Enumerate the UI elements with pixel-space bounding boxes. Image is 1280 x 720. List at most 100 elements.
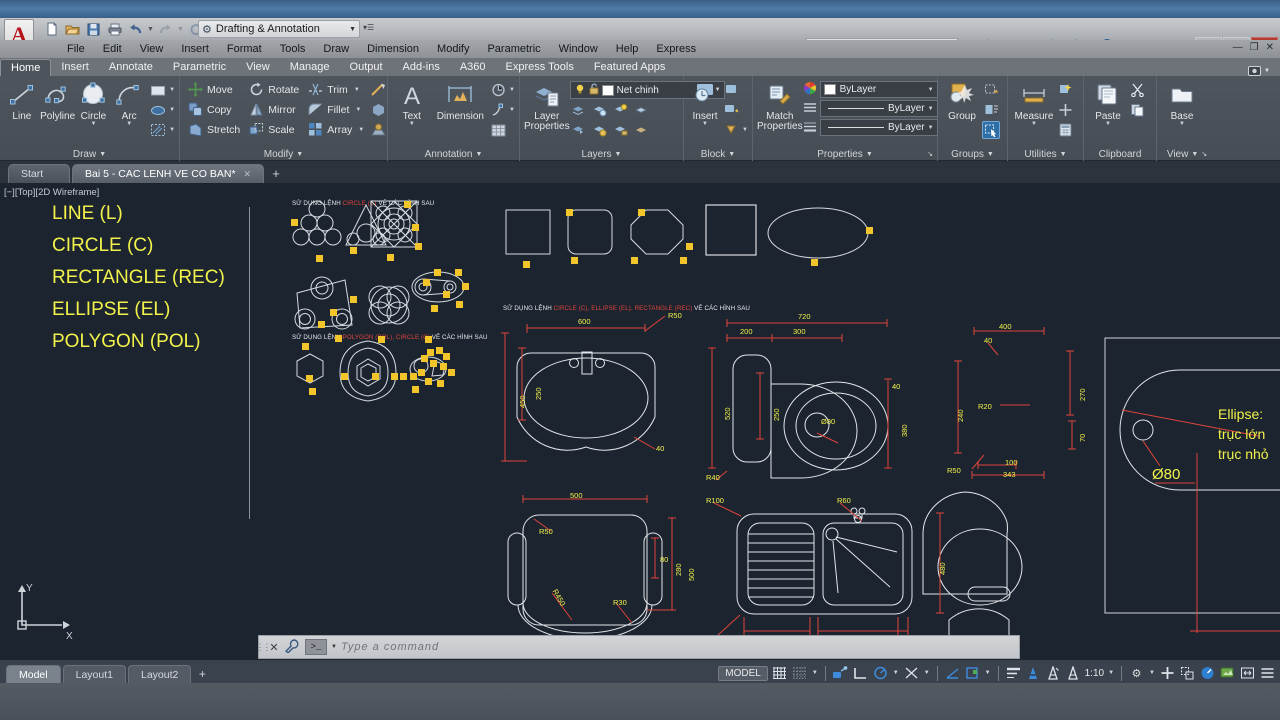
chevron-down-icon[interactable]: ▼ [296,151,303,158]
trim-dropdown-icon[interactable]: ▼ [354,87,360,93]
circle-tool[interactable]: Circle ▼ [76,79,112,127]
ellipse-tool[interactable] [149,101,167,119]
customization-menu-icon[interactable] [1259,665,1276,682]
paste-dropdown-icon[interactable]: ▼ [1105,121,1111,127]
panel-title-modify[interactable]: Modify ▼ [180,147,387,161]
chevron-down-icon[interactable]: ▼ [987,151,994,158]
annotation-scale-value[interactable]: 1:10 [1085,668,1104,679]
menu-item-tools[interactable]: Tools [271,40,315,58]
dimension-tool[interactable]: Dimension [432,79,489,122]
ribbon-tab-output[interactable]: Output [340,59,393,76]
copy-clip-icon[interactable] [1128,101,1146,119]
ribbon-tab-home[interactable]: Home [0,59,52,76]
chevron-down-icon[interactable]: ▼ [1060,151,1067,158]
chevron-down-icon[interactable]: ▼ [1191,151,1198,158]
panel-title-clipboard[interactable]: Clipboard [1084,147,1156,161]
workspace-dropdown-icon[interactable]: ▼ [1148,670,1156,676]
text-dropdown-icon[interactable]: ▼ [409,121,415,127]
panel-title-layers[interactable]: Layers ▼ [520,147,683,161]
group-tool[interactable]: Group [942,79,982,122]
ucs-icon-toggle[interactable] [964,665,981,682]
panel-title-utilities[interactable]: Utilities ▼ [1008,147,1083,161]
arc-dropdown-icon[interactable]: ▼ [126,121,132,127]
ribbon-tab-manage[interactable]: Manage [280,59,340,76]
base-dropdown-icon[interactable]: ▼ [1179,121,1185,127]
layer-previous-icon[interactable] [633,121,651,139]
mirror-tool[interactable]: Mirror [245,100,302,119]
wrench-icon[interactable] [282,638,302,656]
layer-unlock-icon[interactable] [612,121,630,139]
layer-lock-icon[interactable] [633,101,651,119]
ucs-dropdown-icon[interactable]: ▼ [984,670,992,676]
ungroup-icon[interactable] [982,81,1000,99]
arc-tool[interactable]: Arc ▼ [111,79,147,127]
doc-minimize-button[interactable]: — [1233,42,1243,53]
stretch-tool[interactable]: Stretch [184,120,243,139]
base-view-tool[interactable]: Base ▼ [1161,79,1203,127]
rotate-tool[interactable]: Rotate [245,80,302,99]
block-dropdown-icon[interactable]: ▼ [742,127,748,133]
dimstyle-dropdown-icon[interactable]: ▼ [509,87,515,93]
infer-constraints-icon[interactable] [832,665,849,682]
menu-item-file[interactable]: File [58,40,94,58]
layer-isolate-icon[interactable] [570,101,588,119]
ribbon-tab-view[interactable]: View [236,59,280,76]
menu-item-express[interactable]: Express [647,40,705,58]
explode-tool[interactable] [369,81,387,99]
fillet-dropdown-icon[interactable]: ▼ [355,107,361,113]
ribbon-tab-add-ins[interactable]: Add-ins [393,59,450,76]
ribbon-tab-featured-apps[interactable]: Featured Apps [584,59,676,76]
polar-tracking-icon[interactable] [872,665,889,682]
isolate-objects-icon[interactable] [1179,665,1196,682]
polyline-tool[interactable]: Polyline [40,79,76,122]
fillet-tool[interactable]: Fillet ▼ [304,100,367,119]
drawing-canvas[interactable]: [−][Top][2D Wireframe] LINE (L) CIRCLE (C… [0,183,1280,660]
osnap-dropdown-icon[interactable]: ▼ [923,670,931,676]
paste-tool[interactable]: Paste ▼ [1088,79,1128,127]
menu-item-draw[interactable]: Draw [314,40,358,58]
chevron-down-icon[interactable]: ▼ [349,26,356,33]
leader-dropdown-icon[interactable]: ▼ [509,107,515,113]
menu-item-modify[interactable]: Modify [428,40,478,58]
copy-tool[interactable]: Copy [184,100,243,119]
properties-dialog-launcher[interactable]: ↘ [927,150,933,158]
scale-dropdown-icon[interactable]: ▼ [1107,670,1115,676]
chevron-down-icon[interactable]: ▼ [928,87,934,93]
color-wheel-icon[interactable] [803,81,817,98]
undo-icon[interactable] [126,20,145,38]
file-tab-document[interactable]: Bai 5 - CAC LENH VE CO BAN* ✕ [72,164,265,183]
scale-tool[interactable]: Scale [245,120,302,139]
ribbon-tab-express-tools[interactable]: Express Tools [496,59,584,76]
snap-dropdown-icon[interactable]: ▼ [811,670,819,676]
menu-item-window[interactable]: Window [550,40,607,58]
insert-dropdown-icon[interactable]: ▼ [702,121,708,127]
table-tool[interactable] [489,121,507,139]
menu-item-format[interactable]: Format [218,40,271,58]
polar-dropdown-icon[interactable]: ▼ [892,670,900,676]
color-selector[interactable]: ByLayer ▼ [819,81,938,98]
move-tool[interactable]: Move [184,80,243,99]
command-input[interactable]: Type a command [341,641,1019,653]
layout-tab-layout1[interactable]: Layout1 [62,665,126,683]
menu-item-dimension[interactable]: Dimension [358,40,428,58]
ribbon-tab-insert[interactable]: Insert [51,59,99,76]
chevron-down-icon[interactable]: ▼ [866,151,873,158]
panel-title-block[interactable]: Block ▼ [684,147,752,161]
hatch-tool[interactable] [149,121,167,139]
command-line-close-icon[interactable]: ✕ [266,641,282,654]
ribbon-tab-parametric[interactable]: Parametric [163,59,236,76]
ribbon-display-options[interactable]: ▼ [1248,66,1270,76]
file-tab-start[interactable]: Start [8,164,70,183]
ortho-mode-icon[interactable] [852,665,869,682]
panel-title-draw[interactable]: Draw ▼ [0,147,179,161]
snap-mode-icon[interactable] [791,665,808,682]
command-line-grip[interactable]: ⋮⋮ [256,636,272,658]
undo-dropdown-icon[interactable]: ▼ [147,26,154,33]
command-line[interactable]: ⋮⋮ ✕ >_ ▼ Type a command [256,635,1020,659]
lightbulb-icon[interactable] [574,83,586,98]
rectangle-tool[interactable] [149,81,167,99]
annotation-scale-icon[interactable] [1065,665,1082,682]
group-edit-icon[interactable] [982,101,1000,119]
match-properties-tool[interactable]: Match Properties [757,80,803,132]
object-snap-tracking-icon[interactable] [944,665,961,682]
